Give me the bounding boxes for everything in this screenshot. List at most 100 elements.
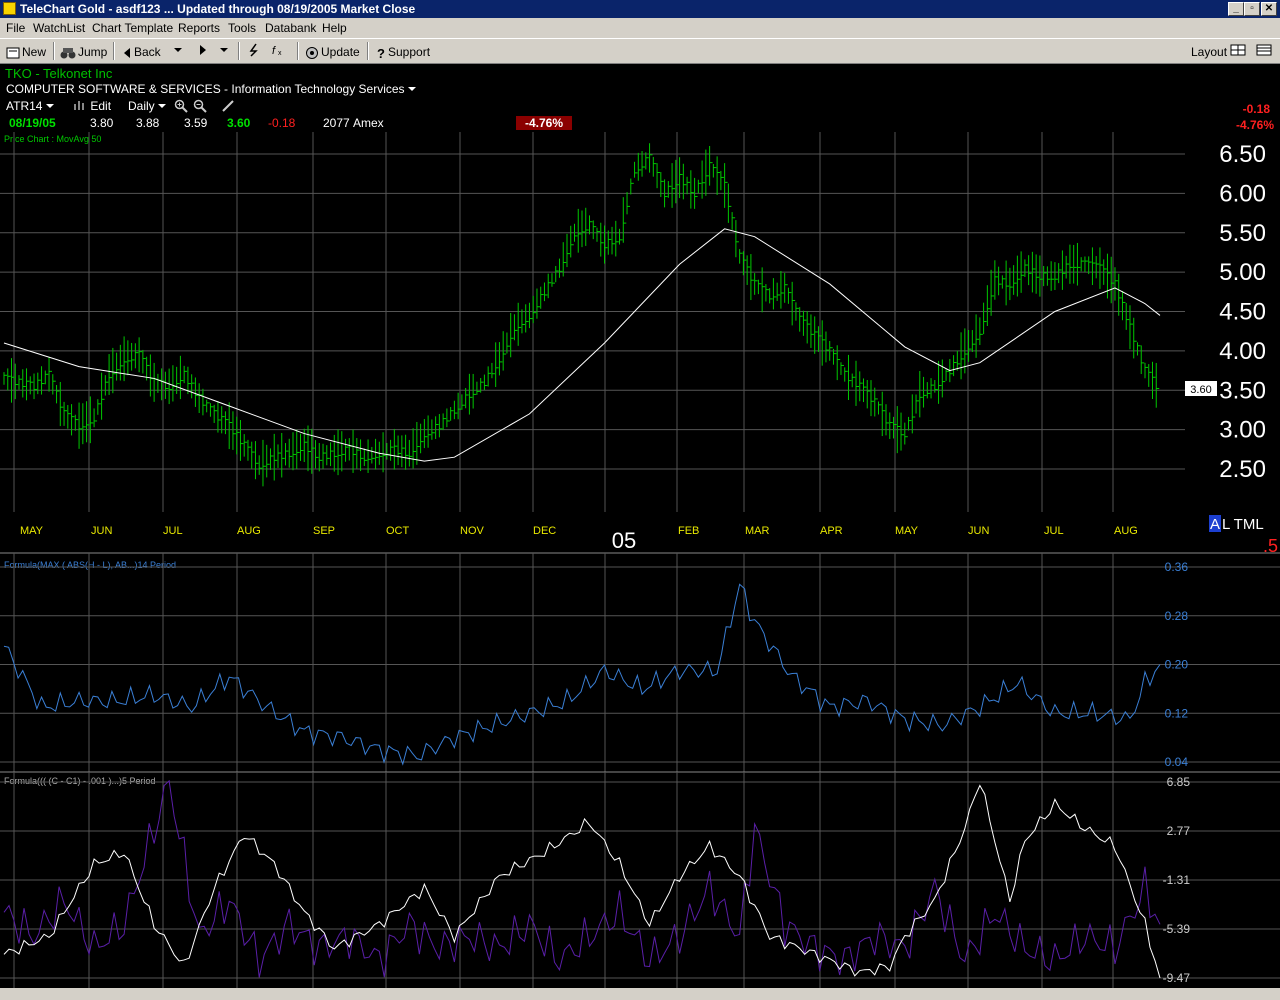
sector-label: COMPUTER SOFTWARE & SERVICES - Informati… [6, 82, 405, 96]
chevron-down-icon [220, 48, 228, 52]
y-tick-label: 3.50 [1219, 377, 1266, 404]
restore-button[interactable]: ▫ [1244, 2, 1260, 16]
update-label: Update [321, 45, 360, 59]
y-tick-label: 2.77 [1167, 824, 1191, 838]
atr-y-axis: 0.36 0.28 0.20 0.12 0.04 [1165, 560, 1189, 769]
bar-close: 3.60 [227, 116, 251, 130]
indicator-select[interactable]: ATR14 [6, 99, 54, 113]
back-button[interactable]: Back [122, 43, 161, 61]
oscillator-purple-line [3, 779, 1161, 978]
new-icon [6, 47, 20, 59]
menu-databank[interactable]: Databank [265, 21, 316, 35]
x-tick-label: FEB [678, 525, 699, 537]
right-pct-change: -4.76% [1235, 118, 1274, 132]
period-label: Daily [128, 99, 155, 113]
menu-reports[interactable]: Reports [178, 21, 220, 35]
update-button[interactable]: Update [305, 43, 360, 61]
x-tick-label: APR [820, 525, 843, 537]
back-arrow-icon [124, 47, 130, 58]
price-y-axis: 6.50 6.00 5.50 5.00 4.50 4.00 3.50 3.00 2.50 [1219, 141, 1266, 483]
menu-help[interactable]: Help [322, 21, 347, 35]
x-tick-label: JUL [163, 525, 183, 537]
y-tick-label: -5.39 [1163, 922, 1191, 936]
period-select[interactable]: Daily [128, 99, 167, 113]
y-tick-label: 5.50 [1219, 220, 1266, 247]
y-tick-label: 4.00 [1219, 338, 1266, 365]
layout-list-button[interactable] [1256, 43, 1272, 61]
y-tick-label: 0.20 [1165, 658, 1189, 672]
x-tick-label: MAR [745, 525, 770, 537]
y-tick-label: 6.00 [1219, 180, 1266, 207]
y-tick-label: 5.00 [1219, 259, 1266, 286]
edit-button[interactable]: Edit [73, 99, 111, 113]
y-tick-label: 0.12 [1165, 706, 1189, 720]
pencil-icon[interactable] [221, 99, 235, 113]
zoom-in-icon[interactable] [174, 99, 188, 113]
bar-open: 3.80 [90, 116, 114, 130]
y-tick-label: 0.36 [1165, 560, 1189, 574]
layout-grid-icon [1230, 44, 1246, 56]
support-label: Support [388, 45, 431, 59]
atr-panel-label: Formula(MAX ( ABS(H - L), AB...)14 Perio… [4, 560, 176, 570]
right-codes: L TML [1222, 516, 1264, 533]
formula-icon: fx [272, 45, 282, 57]
x-tick-label: JUN [968, 525, 989, 537]
svg-text:x: x [278, 50, 282, 57]
zoom-out-icon[interactable] [193, 99, 207, 113]
chevron-down-icon [174, 48, 182, 52]
x-tick-label: MAY [895, 525, 919, 537]
menu-file[interactable]: File [6, 21, 25, 35]
svg-text:f: f [272, 45, 276, 57]
sector-dropdown[interactable]: COMPUTER SOFTWARE & SERVICES - Informati… [6, 82, 416, 96]
bar-low: 3.59 [184, 116, 208, 130]
forward-button[interactable] [198, 43, 208, 61]
indicator-label: ATR14 [6, 99, 43, 113]
toolbar: New Jump Back fx Update ? Support Layout [0, 38, 1280, 64]
menu-tools[interactable]: Tools [228, 21, 256, 35]
support-button[interactable]: ? Support [376, 43, 430, 61]
close-button[interactable]: ✕ [1261, 2, 1277, 16]
y-tick-label: 2.50 [1219, 456, 1266, 483]
horizontal-scrollbar[interactable] [0, 988, 1280, 1000]
price-bars [3, 143, 1160, 487]
formula-button[interactable]: fx [271, 43, 289, 61]
back-dropdown[interactable] [174, 43, 182, 61]
menu-watchlist[interactable]: WatchList [33, 21, 85, 35]
toolbar-separator [297, 42, 299, 60]
osc-panel-label: Formula((( (C - C1) - .001 )...)5 Period [4, 776, 156, 786]
y-tick-label: 6.50 [1219, 141, 1266, 168]
chevron-down-icon [158, 104, 167, 108]
menu-bar: File WatchList Chart Template Reports To… [0, 18, 1280, 38]
right-change: -0.18 [1242, 102, 1270, 116]
jump-button[interactable]: Jump [60, 43, 107, 61]
menu-chart-template[interactable]: Chart Template [92, 21, 173, 35]
layout-grid-button[interactable] [1230, 43, 1246, 61]
forward-dropdown[interactable] [220, 43, 228, 61]
minimize-button[interactable]: _ [1228, 2, 1244, 16]
x-tick-label: DEC [533, 525, 556, 537]
app-icon [3, 2, 16, 15]
y-tick-label: 0.04 [1165, 755, 1189, 769]
moving-average-line [3, 228, 1161, 462]
window-title: TeleChart Gold - asdf123 ... Updated thr… [20, 2, 416, 16]
title-bar: TeleChart Gold - asdf123 ... Updated thr… [0, 0, 1280, 18]
y-tick-label: 6.85 [1167, 775, 1191, 789]
toolbar-separator [367, 42, 369, 60]
osc-grid [0, 772, 1280, 988]
bar-chart-icon [74, 101, 84, 110]
new-button[interactable]: New [6, 43, 46, 61]
edit-label: Edit [90, 99, 112, 113]
bar-high: 3.88 [136, 116, 160, 130]
x-tick-label: AUG [1114, 525, 1138, 537]
y-tick-label: -1.31 [1163, 873, 1191, 887]
question-icon: ? [377, 46, 385, 60]
chart-area[interactable]: Price Chart : MovAvg 50 6.50 6.00 5.50 5.00… [0, 132, 1280, 988]
draw-button[interactable] [246, 43, 262, 61]
bar-change: -0.18 [268, 116, 296, 130]
lightning-icon [249, 43, 258, 57]
osc-y-axis: 6.85 2.77 -1.31 -5.39 -9.47 [1163, 775, 1191, 985]
y-tick-label: 0.28 [1165, 609, 1189, 623]
jump-label: Jump [78, 45, 108, 59]
x-tick-label: AUG [237, 525, 261, 537]
atr-line [3, 583, 1161, 766]
